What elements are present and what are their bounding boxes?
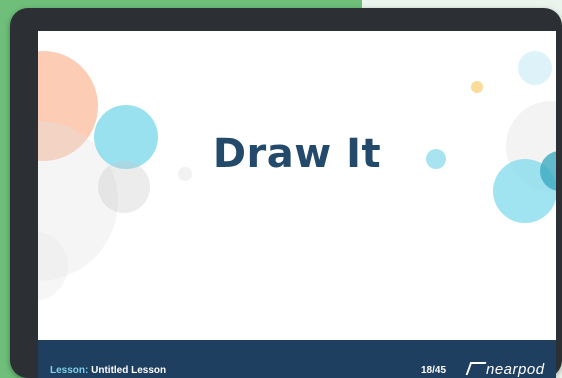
page-counter: 18/45 (421, 365, 447, 376)
lesson-info: Lesson: Untitled Lesson (50, 365, 166, 376)
lesson-name: Untitled Lesson (91, 365, 167, 376)
decor-circle-yellow (471, 81, 483, 93)
slide-footer: Lesson: Untitled Lesson 18/45 nearpod (38, 340, 556, 378)
slide-title: Draw It (212, 131, 382, 177)
brand-logo: nearpod (465, 361, 545, 378)
lesson-label: Lesson: (50, 365, 89, 376)
slide-screen: Draw It Lesson: Untitled Lesson 18/45 ne… (38, 31, 556, 378)
decor-circle-pale-blue (518, 51, 552, 85)
brand-name: nearpod (486, 361, 545, 378)
tablet-frame: Draw It Lesson: Untitled Lesson 18/45 ne… (10, 8, 562, 378)
brand-logo-icon (465, 362, 487, 375)
